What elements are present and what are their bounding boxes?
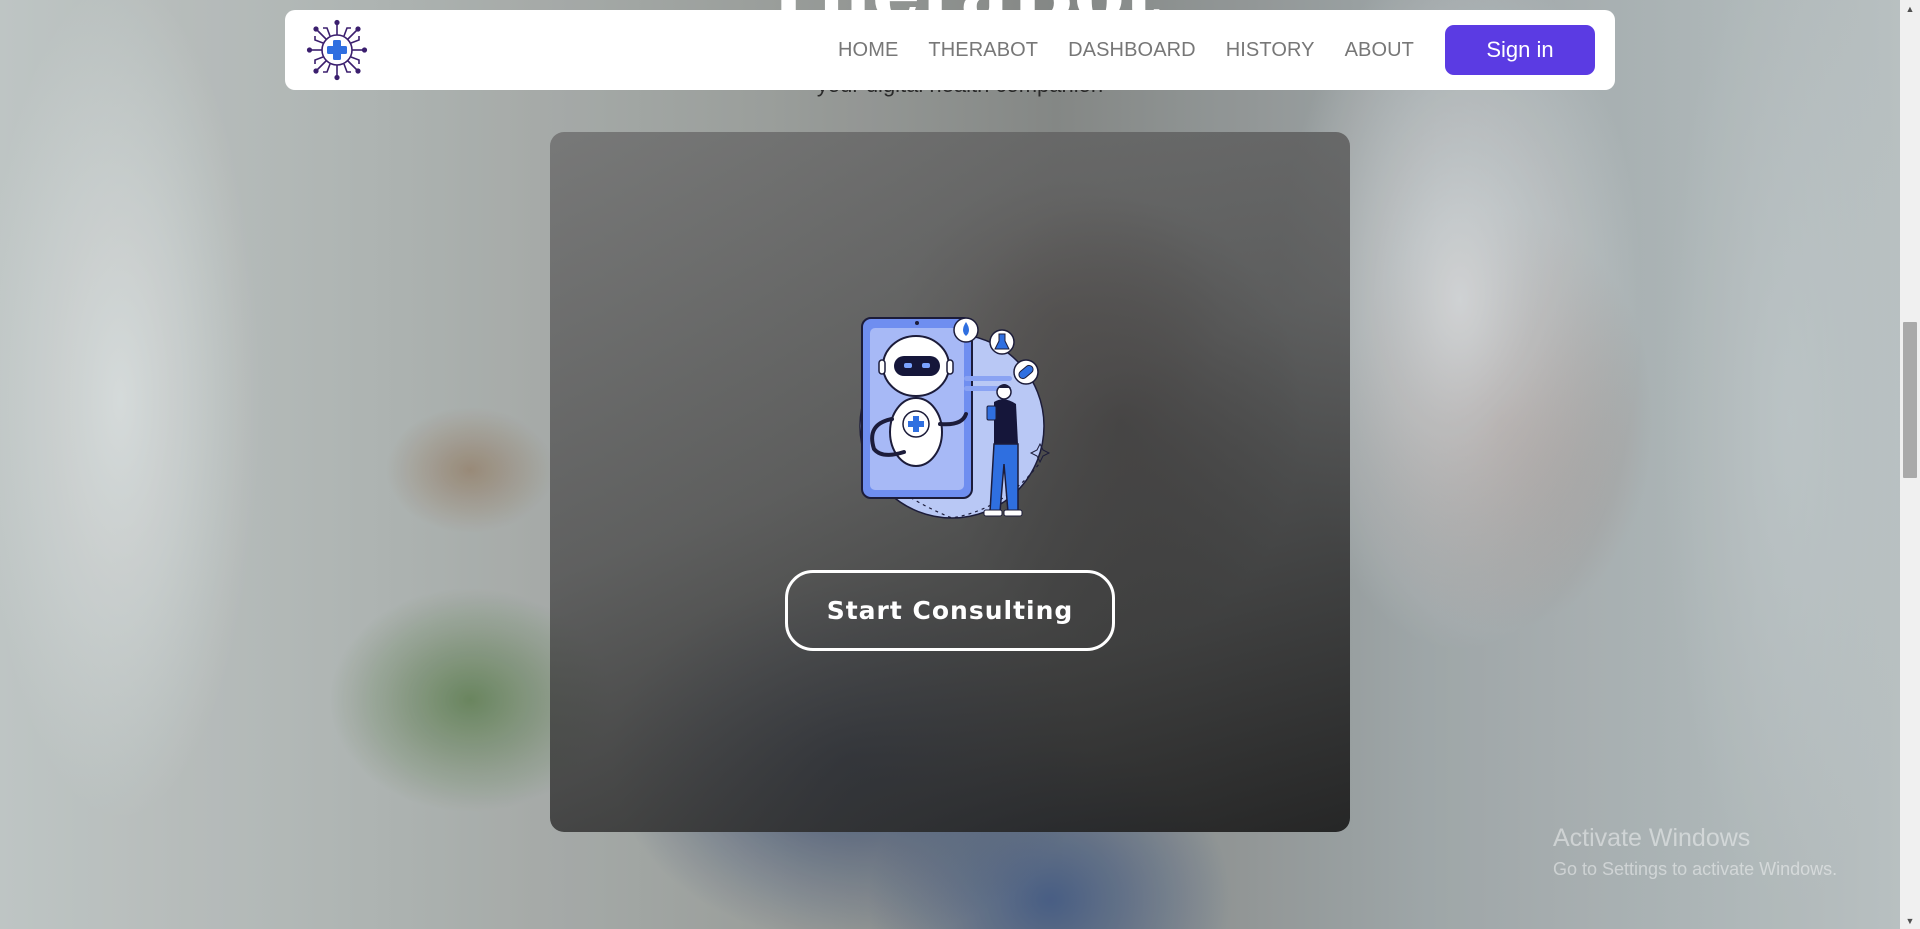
scroll-up-arrow-icon[interactable]: ▲ [1900,0,1920,17]
signin-button[interactable]: Sign in [1445,25,1595,75]
nav-links: HOME THERABOT DASHBOARD HISTORY ABOUT [838,39,1414,62]
watermark-subtitle: Go to Settings to activate Windows. [1553,859,1838,879]
nav-about[interactable]: ABOUT [1345,39,1414,62]
start-consulting-button[interactable]: Start Consulting [785,570,1115,651]
robot-doctor-illustration [859,317,1051,519]
activate-windows-watermark: Activate Windows Go to Settings to activ… [1553,824,1837,880]
medical-circuit-logo-icon[interactable] [305,18,369,82]
watermark-title: Activate Windows [1553,824,1751,852]
nav-therabot[interactable]: THERABOT [928,39,1038,62]
vertical-scrollbar[interactable]: ▲ ▼ [1900,0,1920,929]
nav-home[interactable]: HOME [838,39,898,62]
scroll-down-arrow-icon[interactable]: ▼ [1900,912,1920,929]
nav-history[interactable]: HISTORY [1226,39,1315,62]
nav-dashboard[interactable]: DASHBOARD [1068,39,1196,62]
consult-card: Start Consulting [550,132,1350,832]
navbar: HOME THERABOT DASHBOARD HISTORY ABOUT Si… [285,10,1615,90]
scroll-thumb[interactable] [1903,322,1917,478]
